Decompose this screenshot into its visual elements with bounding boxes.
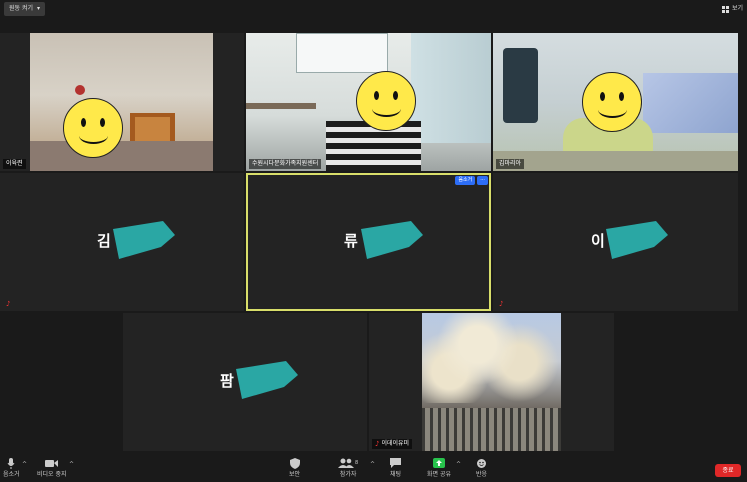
video-tile-3[interactable]: 김마리아 [493, 33, 738, 171]
mic-muted-icon: ♪ [375, 440, 380, 448]
reactions-label: 반응 [476, 471, 488, 478]
chat-button[interactable]: 채팅 [390, 457, 401, 478]
chevron-up-icon[interactable]: ^ [69, 461, 74, 468]
people-icon: 8 [338, 457, 358, 469]
participants-button[interactable]: 8 참가자 [338, 457, 358, 478]
chevron-down-icon: ▾ [37, 5, 41, 12]
chat-bubble-icon [390, 457, 402, 469]
participants-count: 8 [355, 460, 359, 466]
video-tile-5-active-speaker[interactable]: 음소거 ··· 류 [246, 173, 491, 311]
smiley-face-icon [356, 71, 416, 131]
video-tile-8[interactable]: ♪ 이데이유미 [369, 313, 614, 451]
video-tile-1[interactable]: 이육련 [0, 33, 244, 171]
view-toggle-label: 원동 켜기 [9, 5, 33, 12]
participant-name: ♪ 이데이유미 [372, 439, 413, 449]
participant-initial: 이 [591, 232, 605, 250]
video-camera-icon [45, 457, 59, 469]
participant-initial: 류 [344, 232, 358, 250]
stop-video-label: 비디오 중지 [37, 471, 67, 478]
redaction-ribbon [113, 221, 175, 259]
grid-icon [721, 5, 729, 13]
participants-label: 참가자 [339, 471, 357, 478]
share-screen-button[interactable]: 화면 공유 [427, 457, 451, 478]
participant-name: 수원시다문화가족지원센터 [249, 159, 322, 169]
smiley-plus-icon [476, 457, 487, 469]
view-button[interactable]: 보기 [721, 2, 743, 16]
video-tile-2[interactable]: 수원시다문화가족지원센터 [246, 33, 491, 171]
chat-label: 채팅 [390, 471, 402, 478]
participant-initial: 팜 [220, 372, 234, 390]
redaction-ribbon [361, 221, 423, 259]
mute-participant-button[interactable]: 음소거 [455, 176, 476, 185]
smiley-face-icon [63, 98, 123, 158]
participant-initial: 김 [97, 232, 111, 250]
top-bar: 원동 켜기 ▾ 보기 [0, 0, 747, 20]
share-screen-icon [433, 457, 445, 469]
security-button[interactable]: 보안 [289, 457, 300, 478]
meeting-toolbar: 음소거 ^ 비디오 중지 ^ 보안 8 참가자 ^ 채팅 화면 공유 ^ 반응 … [0, 455, 747, 482]
view-label: 보기 [731, 5, 743, 12]
mic-muted-icon: ♪ [499, 300, 504, 308]
reactions-button[interactable]: 반응 [476, 457, 487, 478]
shield-icon [289, 457, 300, 469]
view-toggle-button[interactable]: 원동 켜기 ▾ [4, 2, 46, 16]
mic-muted-icon: ♪ [6, 300, 11, 308]
mute-button[interactable]: 음소거 [3, 457, 20, 478]
camera-feed [30, 33, 213, 171]
camera-feed [422, 313, 561, 451]
video-tile-4[interactable]: 김 ♪ [0, 173, 244, 311]
smiley-face-icon [582, 72, 642, 132]
redaction-ribbon [236, 361, 298, 399]
share-screen-label: 화면 공유 [427, 471, 451, 478]
security-label: 보안 [289, 471, 301, 478]
chevron-up-icon[interactable]: ^ [22, 461, 27, 468]
chevron-up-icon[interactable]: ^ [370, 461, 375, 468]
video-tile-6[interactable]: 이 ♪ [493, 173, 738, 311]
redaction-ribbon [606, 221, 668, 259]
mute-label: 음소거 [3, 471, 20, 478]
chevron-up-icon[interactable]: ^ [456, 461, 461, 468]
tile-actions: 음소거 ··· [455, 176, 488, 185]
video-tile-7[interactable]: 팜 [123, 313, 367, 451]
more-options-button[interactable]: ··· [477, 176, 488, 185]
participant-name: 이육련 [3, 159, 26, 169]
participant-name: 김마리아 [496, 159, 525, 169]
end-meeting-button[interactable]: 종료 [715, 464, 741, 477]
stop-video-button[interactable]: 비디오 중지 [37, 457, 67, 478]
microphone-icon [7, 457, 15, 469]
